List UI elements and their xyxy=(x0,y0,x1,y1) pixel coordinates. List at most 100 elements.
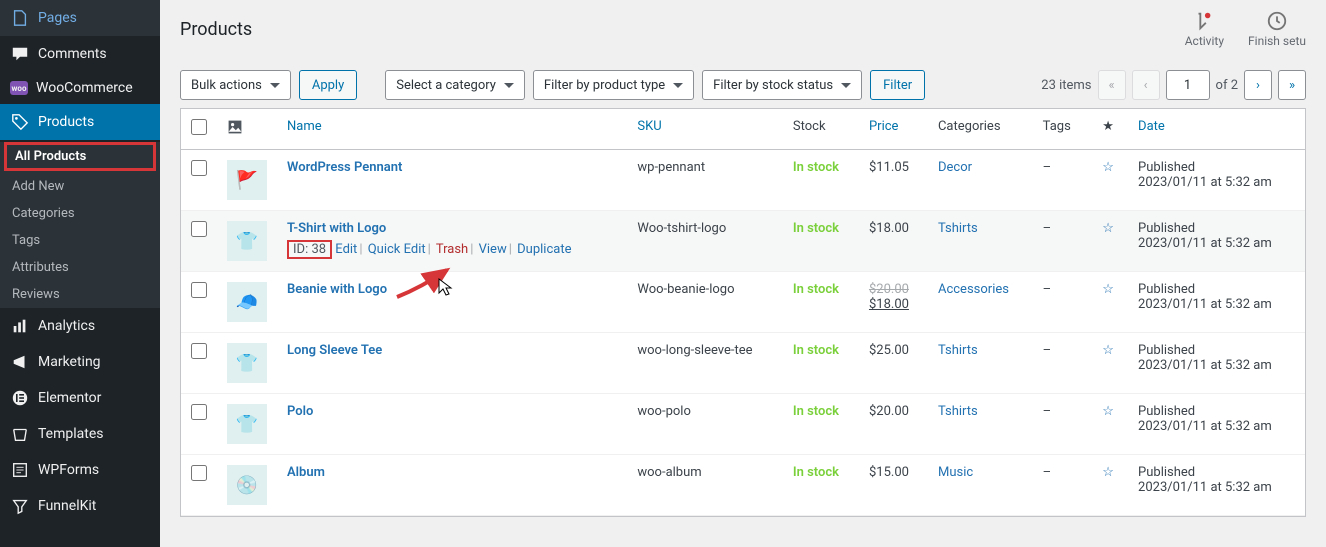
col-price[interactable]: Price xyxy=(859,109,928,150)
sidebar-item-woocommerce[interactable]: woo WooCommerce xyxy=(0,72,160,104)
category-link[interactable]: Tshirts xyxy=(938,343,978,358)
marketing-icon xyxy=(10,352,30,372)
table-row: 👕 Polo woo-polo In stock $20.00 Tshirts … xyxy=(181,394,1305,455)
table-row: 👕 Long Sleeve Tee woo-long-sleeve-tee In… xyxy=(181,333,1305,394)
category-link[interactable]: Tshirts xyxy=(938,404,978,419)
featured-toggle[interactable]: ☆ xyxy=(1102,160,1114,175)
product-thumbnail[interactable]: 👕 xyxy=(227,343,267,383)
col-sku[interactable]: SKU xyxy=(627,109,783,150)
sidebar-item-templates[interactable]: Templates xyxy=(0,416,160,452)
product-name-link[interactable]: Beanie with Logo xyxy=(287,282,387,297)
bulk-actions-select[interactable]: Bulk actions xyxy=(180,70,291,100)
sidebar-label: WooCommerce xyxy=(36,80,133,96)
featured-toggle[interactable]: ☆ xyxy=(1102,465,1114,480)
cell-price: $15.00 xyxy=(859,455,928,516)
table-row: 🚩 WordPress Pennant wp-pennant In stock … xyxy=(181,150,1305,211)
col-name[interactable]: Name xyxy=(277,109,627,150)
col-categories: Categories xyxy=(928,109,1033,150)
product-name-link[interactable]: Long Sleeve Tee xyxy=(287,343,382,358)
sidebar-label: FunnelKit xyxy=(38,498,96,514)
sidebar-item-elementor[interactable]: Elementor xyxy=(0,380,160,416)
cell-tags: – xyxy=(1033,150,1088,211)
product-thumbnail[interactable]: 💿 xyxy=(227,465,267,505)
cell-tags: – xyxy=(1033,455,1088,516)
stock-status: In stock xyxy=(793,404,839,419)
admin-sidebar: Pages Comments woo WooCommerce Products … xyxy=(0,0,160,547)
sidebar-sub-add-new[interactable]: Add New xyxy=(0,173,160,200)
featured-toggle[interactable]: ☆ xyxy=(1102,221,1114,236)
sidebar-sub-tags[interactable]: Tags xyxy=(0,227,160,254)
first-page-button[interactable]: « xyxy=(1098,70,1126,100)
select-all-checkbox[interactable] xyxy=(191,119,207,135)
trash-link[interactable]: Trash xyxy=(436,242,468,257)
row-checkbox[interactable] xyxy=(191,221,207,237)
product-thumbnail[interactable]: 🧢 xyxy=(227,282,267,322)
sidebar-label: Analytics xyxy=(38,318,95,334)
sidebar-item-wpforms[interactable]: WPForms xyxy=(0,452,160,488)
prev-page-button[interactable]: ‹ xyxy=(1132,70,1160,100)
apply-button[interactable]: Apply xyxy=(299,70,357,100)
page-title: Products xyxy=(180,19,252,40)
featured-toggle[interactable]: ☆ xyxy=(1102,282,1114,297)
sidebar-item-comments[interactable]: Comments xyxy=(0,36,160,72)
product-name-link[interactable]: Album xyxy=(287,465,325,480)
clock-icon xyxy=(1266,10,1288,32)
row-checkbox[interactable] xyxy=(191,343,207,359)
sidebar-submenu: All Products Add New Categories Tags Att… xyxy=(0,142,160,308)
sidebar-sub-reviews[interactable]: Reviews xyxy=(0,281,160,308)
cell-tags: – xyxy=(1033,272,1088,333)
row-checkbox[interactable] xyxy=(191,465,207,481)
sidebar-label: Comments xyxy=(38,46,107,62)
category-select[interactable]: Select a category xyxy=(385,70,525,100)
product-name-link[interactable]: Polo xyxy=(287,404,313,419)
finish-setup-button[interactable]: Finish setu xyxy=(1248,10,1306,48)
activity-button[interactable]: Activity xyxy=(1185,10,1224,48)
sidebar-sub-categories[interactable]: Categories xyxy=(0,200,160,227)
category-link[interactable]: Decor xyxy=(938,160,972,175)
sidebar-item-marketing[interactable]: Marketing xyxy=(0,344,160,380)
sidebar-item-funnelkit[interactable]: FunnelKit xyxy=(0,488,160,524)
table-row: 💿 Album woo-album In stock $15.00 Music … xyxy=(181,455,1305,516)
filter-button[interactable]: Filter xyxy=(870,70,925,100)
sidebar-item-products[interactable]: Products xyxy=(0,104,160,140)
duplicate-link[interactable]: Duplicate xyxy=(517,242,571,257)
product-name-link[interactable]: WordPress Pennant xyxy=(287,160,402,175)
sidebar-sub-all-products[interactable]: All Products xyxy=(4,142,156,171)
star-icon: ★ xyxy=(1102,119,1114,134)
category-link[interactable]: Tshirts xyxy=(938,221,978,236)
edit-link[interactable]: Edit xyxy=(335,242,357,257)
category-link[interactable]: Music xyxy=(938,465,973,480)
sidebar-sub-attributes[interactable]: Attributes xyxy=(0,254,160,281)
next-page-button[interactable]: › xyxy=(1244,70,1272,100)
sidebar-label: Pages xyxy=(38,10,77,26)
product-thumbnail[interactable]: 🚩 xyxy=(227,160,267,200)
col-featured[interactable]: ★ xyxy=(1088,109,1128,150)
col-date[interactable]: Date xyxy=(1128,109,1305,150)
last-page-button[interactable]: » xyxy=(1278,70,1306,100)
main-content: Products Activity Finish setu Bulk actio… xyxy=(160,0,1326,547)
category-link[interactable]: Accessories xyxy=(938,282,1009,297)
product-thumbnail[interactable]: 👕 xyxy=(227,221,267,261)
products-icon xyxy=(10,112,30,132)
featured-toggle[interactable]: ☆ xyxy=(1102,343,1114,358)
product-id-badge: ID: 38 xyxy=(287,240,332,259)
row-checkbox[interactable] xyxy=(191,404,207,420)
col-stock: Stock xyxy=(783,109,859,150)
quick-edit-link[interactable]: Quick Edit xyxy=(368,242,426,257)
cell-tags: – xyxy=(1033,333,1088,394)
product-name-link[interactable]: T-Shirt with Logo xyxy=(287,221,386,236)
view-link[interactable]: View xyxy=(479,242,507,257)
item-count: 23 items xyxy=(1041,78,1091,93)
row-checkbox[interactable] xyxy=(191,160,207,176)
col-image[interactable] xyxy=(217,109,277,150)
cell-sku: woo-long-sleeve-tee xyxy=(627,333,783,394)
product-type-select[interactable]: Filter by product type xyxy=(533,70,694,100)
row-checkbox[interactable] xyxy=(191,282,207,298)
product-thumbnail[interactable]: 👕 xyxy=(227,404,267,444)
analytics-icon xyxy=(10,316,30,336)
stock-status-select[interactable]: Filter by stock status xyxy=(702,70,862,100)
sidebar-item-analytics[interactable]: Analytics xyxy=(0,308,160,344)
sidebar-item-pages[interactable]: Pages xyxy=(0,0,160,36)
featured-toggle[interactable]: ☆ xyxy=(1102,404,1114,419)
current-page-input[interactable] xyxy=(1166,70,1210,100)
